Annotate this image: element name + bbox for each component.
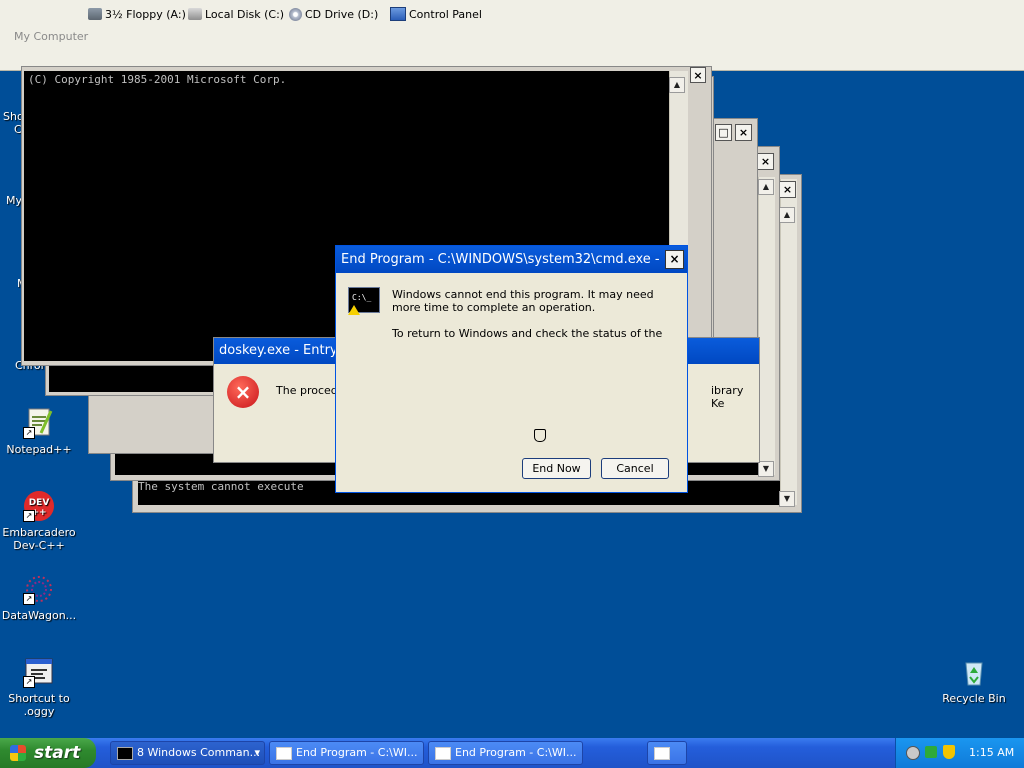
window-icon [654, 747, 670, 760]
desktop-icon-oggy-shortcut[interactable]: ↗ Shortcut to .oggy [1, 656, 77, 718]
cd-drive-icon [289, 7, 302, 21]
taskbar-button-cmd-group[interactable]: 8 Windows Comman... ▾ [110, 741, 265, 765]
floppy-icon [88, 8, 102, 20]
volume-icon[interactable] [906, 746, 920, 760]
windows-logo-icon [10, 745, 26, 761]
dialog-message: Windows cannot end this program. It may … [392, 288, 654, 314]
cmd-icon-text: C:\_ [352, 293, 372, 302]
error-message-tail: ibrary Ke [711, 384, 744, 410]
system-tray: 1:15 AM [895, 738, 1024, 768]
drive-label: Local Disk (C:) [205, 7, 285, 21]
shortcut-arrow-icon: ↗ [23, 427, 35, 439]
desktop-icon-label: Embarcadero Dev-C++ [2, 526, 76, 552]
security-shield-icon[interactable] [943, 745, 955, 759]
scroll-up-button[interactable]: ▲ [758, 179, 774, 195]
taskbar-button-end-program-2[interactable]: End Program - C:\WI... [428, 741, 583, 765]
recycle-bin-icon [958, 656, 990, 688]
taskbar-button-end-program-1[interactable]: End Program - C:\WI... [269, 741, 424, 765]
desktop-icon-label: Recycle Bin [942, 692, 1006, 705]
desktop-partial-label[interactable]: My [6, 194, 22, 207]
drive-label: Control Panel [409, 7, 482, 21]
error-icon: × [227, 376, 259, 408]
scrollbar[interactable] [758, 177, 775, 475]
start-button[interactable]: start [0, 738, 96, 768]
scroll-up-button[interactable]: ▲ [779, 207, 795, 223]
desktop-icon-recycle-bin[interactable]: Recycle Bin [936, 656, 1012, 705]
drive-label: 3½ Floppy (A:) [105, 7, 186, 21]
network-icon[interactable] [925, 746, 937, 758]
scrollbar[interactable] [780, 179, 797, 505]
dialog-message-secondary: To return to Windows and check the statu… [392, 327, 663, 340]
control-panel-link[interactable]: Control Panel [390, 6, 482, 22]
desktop-icon-devcpp[interactable]: DEV ++ ↗ Embarcadero Dev-C++ [1, 490, 77, 552]
shortcut-arrow-icon: ↗ [23, 676, 35, 688]
taskbar-button-window[interactable] [647, 741, 687, 765]
oggy-shortcut-icon: ↗ [23, 656, 55, 688]
dialog-title: doskey.exe - Entry [219, 343, 338, 358]
close-button[interactable]: × [757, 153, 774, 170]
close-button[interactable]: × [735, 124, 752, 141]
window-icon [276, 747, 292, 760]
control-panel-icon [390, 7, 406, 21]
drive-floppy[interactable]: 3½ Floppy (A:) [88, 6, 186, 22]
maximize-button[interactable]: □ [715, 124, 732, 141]
chevron-down-icon: ▾ [254, 746, 260, 759]
end-program-dialog[interactable]: End Program - C:\WINDOWS\system32\cmd.ex… [335, 245, 688, 493]
shortcut-arrow-icon: ↗ [23, 510, 35, 522]
hourglass-cursor-icon [534, 429, 546, 442]
desktop-icon-datawagon[interactable]: ↗ DataWagon... [1, 573, 77, 622]
scroll-down-button[interactable]: ▼ [779, 491, 795, 507]
devcpp-icon: DEV ++ ↗ [23, 490, 55, 522]
taskbar: start 8 Windows Comman... ▾ End Program … [0, 738, 1024, 768]
drive-local-disk[interactable]: Local Disk (C:) [188, 6, 284, 22]
desktop-icon-notepad-plus-plus[interactable]: ↗ Notepad++ [1, 407, 77, 456]
clock[interactable]: 1:15 AM [969, 738, 1014, 768]
shortcut-arrow-icon: ↗ [23, 593, 35, 605]
drive-label: CD Drive (D:) [305, 7, 379, 21]
scroll-down-button[interactable]: ▼ [758, 461, 774, 477]
svg-text:DEV: DEV [29, 498, 50, 508]
console-copyright-line: (C) Copyright 1985-2001 Microsoft Corp. [28, 73, 428, 87]
taskbar-button-label: End Program - C:\WI... [455, 746, 577, 759]
drive-cd[interactable]: CD Drive (D:) [289, 6, 378, 22]
start-label: start [34, 743, 81, 763]
location-label: My Computer [14, 30, 89, 43]
hard-disk-icon [188, 8, 202, 20]
notepad-plus-plus-icon: ↗ [23, 407, 55, 439]
dialog-title: End Program - C:\WINDOWS\system32\cmd.ex… [336, 246, 687, 273]
warning-icon [348, 305, 360, 315]
window-icon [435, 747, 451, 760]
desktop-icon-label: DataWagon... [1, 609, 77, 622]
cancel-button[interactable]: Cancel [601, 458, 669, 479]
explorer-address-strip: 3½ Floppy (A:) Local Disk (C:) CD Drive … [0, 0, 1024, 71]
desktop-icon-label: Notepad++ [6, 443, 72, 456]
close-button[interactable]: × [690, 67, 706, 83]
taskbar-button-label: End Program - C:\WI... [296, 746, 418, 759]
scroll-up-button[interactable]: ▲ [669, 77, 685, 93]
close-button[interactable]: × [779, 181, 796, 198]
close-button[interactable]: × [665, 250, 684, 269]
end-now-button[interactable]: End Now [522, 458, 591, 479]
taskbar-button-label: 8 Windows Comman... [137, 746, 261, 759]
desktop-icon-label: Shortcut to .oggy [8, 692, 70, 718]
cmd-icon [117, 747, 133, 760]
datawagon-icon: ↗ [23, 573, 55, 605]
